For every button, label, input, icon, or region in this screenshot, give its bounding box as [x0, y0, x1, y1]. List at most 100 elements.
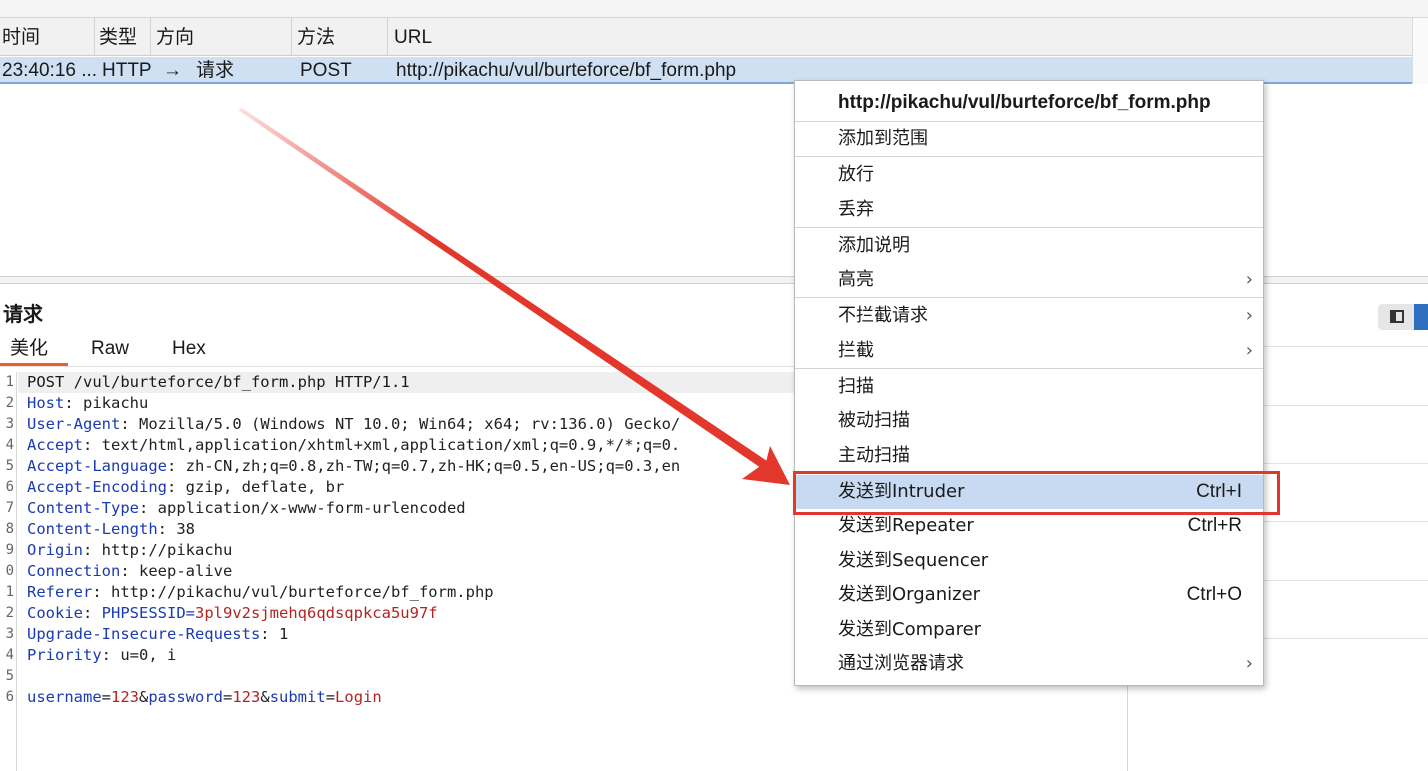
shortcut-label: Ctrl+O	[1186, 584, 1242, 605]
param-equals: =	[325, 688, 336, 706]
header-separator: :	[120, 562, 139, 580]
menu-item-forward[interactable]: 放行	[795, 158, 1263, 192]
column-header-direction[interactable]: 方向	[151, 18, 292, 56]
cell-url: http://pikachu/vul/burteforce/bf_form.ph…	[396, 60, 737, 81]
header-name: Referer	[27, 583, 93, 601]
column-header-method[interactable]: 方法	[292, 18, 388, 56]
header-separator: :	[166, 478, 186, 496]
menu-item-passive-scan[interactable]: 被动扫描	[795, 404, 1263, 438]
header-separator: :	[138, 499, 158, 517]
line-number: 5	[5, 458, 14, 474]
line-number: 8	[5, 521, 14, 537]
menu-item-label: 丢弃	[838, 199, 874, 220]
line-number: 2	[5, 395, 14, 411]
menu-item-dont-intercept[interactable]: 不拦截请求 ›	[795, 299, 1263, 333]
tab-raw[interactable]: Raw	[91, 336, 129, 366]
header-separator: :	[157, 520, 177, 538]
request-panel-title: 请求	[3, 304, 43, 326]
line-number: 4	[5, 437, 14, 453]
header-separator: :	[92, 583, 111, 601]
param-name: submit	[269, 688, 326, 706]
column-header-time[interactable]: 时间	[0, 18, 95, 56]
top-toolbar-strip	[0, 0, 1428, 18]
menu-item-send-to-comparer[interactable]: 发送到Comparer	[795, 613, 1263, 647]
line-number: 7	[5, 500, 14, 516]
menu-separator	[795, 227, 1263, 228]
menu-item-label: 发送到Organizer	[838, 584, 981, 605]
menu-item-label: 高亮	[838, 269, 874, 290]
param-value: 123	[232, 688, 261, 706]
header-name: Accept-Encoding	[27, 478, 167, 496]
chevron-right-icon: ›	[1245, 653, 1253, 674]
menu-item-send-to-sequencer[interactable]: 发送到Sequencer	[795, 544, 1263, 578]
menu-header-url: http://pikachu/vul/burteforce/bf_form.ph…	[838, 92, 1211, 113]
column-header-url[interactable]: URL	[388, 18, 1412, 56]
header-value: text/html,application/xhtml+xml,applicat…	[101, 436, 681, 454]
cell-time: 23:40:16 ...	[2, 60, 98, 81]
menu-item-request-in-browser[interactable]: 通过浏览器请求 ›	[795, 647, 1263, 681]
menu-item-scan[interactable]: 扫描	[795, 370, 1263, 404]
cell-type: HTTP	[102, 60, 152, 81]
param-equals: =	[223, 688, 233, 706]
header-name: Content-Length	[27, 520, 158, 538]
request-line[interactable]: username=123&password=123&submit=Login	[18, 687, 1126, 708]
menu-item-label: 不拦截请求	[838, 305, 928, 326]
menu-item-label: 扫描	[838, 376, 874, 397]
menu-item-send-to-organizer[interactable]: 发送到Organizer Ctrl+O	[795, 578, 1263, 612]
header-separator: :	[83, 541, 102, 559]
menu-separator	[795, 156, 1263, 157]
menu-separator	[795, 297, 1263, 298]
header-separator: :	[83, 436, 102, 454]
annotation-highlight-box	[793, 471, 1280, 515]
cell-direction: 请求	[196, 60, 235, 81]
menu-item-label: 添加到范围	[838, 128, 928, 149]
header-value: PHPSESSID=	[101, 604, 195, 622]
table-scrollbar[interactable]	[1412, 18, 1428, 84]
layout-toggle-active[interactable]	[1414, 304, 1428, 330]
direction-arrow-icon: →	[163, 60, 182, 81]
menu-item-active-scan[interactable]: 主动扫描	[795, 439, 1263, 473]
header-separator: :	[120, 415, 139, 433]
header-name: Accept	[27, 436, 83, 454]
tab-pretty[interactable]: 美化	[0, 336, 68, 366]
header-value: http://pikachu/vul/burteforce/bf_form.ph…	[111, 583, 494, 601]
line-number: 9	[5, 542, 14, 558]
menu-item-add-to-scope[interactable]: 添加到范围	[795, 122, 1263, 156]
menu-item-label: 发送到Comparer	[838, 619, 982, 640]
menu-item-label: 发送到Repeater	[838, 515, 974, 536]
header-name: Connection	[27, 562, 121, 580]
header-value: 1	[278, 625, 289, 643]
column-header-type[interactable]: 类型	[95, 18, 151, 56]
header-value: pikachu	[83, 394, 149, 412]
tab-hex[interactable]: Hex	[172, 336, 206, 366]
chevron-right-icon: ›	[1245, 305, 1253, 326]
header-name: Cookie	[27, 604, 83, 622]
menu-item-label: 拦截	[838, 340, 874, 361]
context-menu: http://pikachu/vul/burteforce/bf_form.ph…	[794, 80, 1264, 686]
menu-item-label: 放行	[838, 164, 874, 185]
header-separator: :	[83, 604, 102, 622]
line-number: 6	[5, 479, 14, 495]
param-equals: =	[101, 688, 111, 706]
header-value: Mozilla/5.0 (Windows NT 10.0; Win64; x64…	[139, 415, 681, 433]
menu-item-drop[interactable]: 丢弃	[795, 193, 1263, 227]
menu-item-add-comment[interactable]: 添加说明	[795, 229, 1263, 263]
menu-item-label: 被动扫描	[838, 410, 910, 431]
header-value: u=0, i	[120, 646, 177, 664]
header-value: 38	[176, 520, 195, 538]
header-separator: :	[64, 394, 83, 412]
param-separator: &	[139, 688, 149, 706]
param-separator: &	[260, 688, 270, 706]
header-name: Origin	[27, 541, 83, 559]
header-value: keep-alive	[139, 562, 233, 580]
header-separator: :	[260, 625, 279, 643]
line-number: 4	[5, 647, 14, 663]
param-value: Login	[335, 688, 382, 706]
menu-item-intercept[interactable]: 拦截 ›	[795, 334, 1263, 368]
menu-item-highlight[interactable]: 高亮 ›	[795, 263, 1263, 297]
chevron-right-icon: ›	[1245, 340, 1253, 361]
header-value: application/x-www-form-urlencoded	[157, 499, 466, 517]
header-value: http://pikachu	[101, 541, 233, 559]
panel-layout-icon	[1390, 310, 1404, 323]
line-number: 3	[5, 626, 14, 642]
